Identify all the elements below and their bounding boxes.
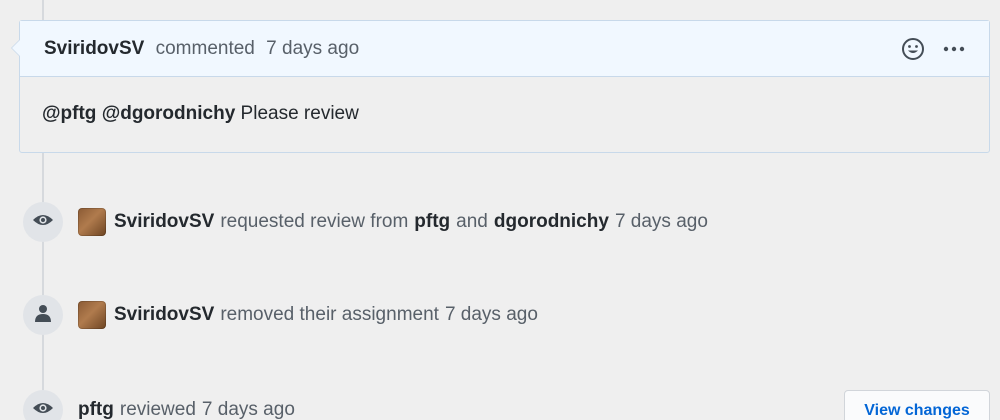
event-actor[interactable]: pftg bbox=[78, 399, 114, 420]
event-actor[interactable]: SviridovSV bbox=[114, 304, 214, 326]
comment-card: SviridovSV commented 7 days ago @pftg @d… bbox=[11, 20, 990, 153]
avatar[interactable] bbox=[78, 301, 106, 329]
comment-author[interactable]: SviridovSV bbox=[44, 38, 144, 59]
mention-pftg[interactable]: @pftg bbox=[42, 103, 96, 124]
event-badge bbox=[23, 202, 63, 242]
comment-actions bbox=[901, 37, 965, 61]
event-user-pftg[interactable]: pftg bbox=[414, 211, 450, 233]
comment-caret-inner bbox=[12, 40, 20, 56]
event-review-requested: SviridovSV requested review from pftg an… bbox=[23, 202, 708, 242]
event-actor[interactable]: SviridovSV bbox=[114, 211, 214, 233]
event-badge bbox=[23, 390, 63, 420]
event-content: SviridovSV requested review from pftg an… bbox=[78, 208, 708, 236]
view-changes-button[interactable]: View changes bbox=[844, 390, 990, 420]
comment-body: @pftg @dgorodnichy Please review bbox=[20, 77, 989, 151]
event-time[interactable]: 7 days ago bbox=[202, 399, 295, 420]
event-text: requested review from bbox=[220, 211, 409, 232]
comment-body-text: Please review bbox=[240, 103, 359, 124]
comment-header-text: SviridovSV commented 7 days ago bbox=[44, 38, 901, 60]
event-text: reviewed bbox=[119, 399, 196, 420]
eye-icon bbox=[32, 401, 54, 420]
event-user-dgorodnichy[interactable]: dgorodnichy bbox=[494, 211, 609, 233]
timeline-line-top bbox=[42, 0, 44, 22]
mention-dgorodnichy[interactable]: @dgorodnichy bbox=[102, 103, 236, 124]
person-icon bbox=[35, 304, 51, 327]
event-assignment-removed: SviridovSV removed their assignment 7 da… bbox=[23, 295, 538, 335]
timeline: SviridovSV commented 7 days ago @pftg @d… bbox=[0, 0, 1000, 420]
comment-time[interactable]: 7 days ago bbox=[266, 38, 359, 59]
avatar[interactable] bbox=[78, 208, 106, 236]
event-reviewed: pftg reviewed 7 days ago bbox=[23, 390, 295, 420]
timeline-line bbox=[42, 150, 44, 420]
event-badge bbox=[23, 295, 63, 335]
event-text: removed their assignment bbox=[220, 304, 439, 325]
more-options-icon[interactable] bbox=[943, 46, 965, 52]
eye-icon bbox=[32, 213, 54, 232]
comment-action: commented bbox=[155, 37, 255, 59]
event-content: pftg reviewed 7 days ago bbox=[78, 399, 295, 420]
event-text-and: and bbox=[456, 211, 488, 232]
event-time[interactable]: 7 days ago bbox=[615, 211, 708, 233]
event-time[interactable]: 7 days ago bbox=[445, 304, 538, 326]
event-content: SviridovSV removed their assignment 7 da… bbox=[78, 301, 538, 329]
smile-icon[interactable] bbox=[901, 37, 925, 61]
comment-header: SviridovSV commented 7 days ago bbox=[11, 21, 989, 77]
